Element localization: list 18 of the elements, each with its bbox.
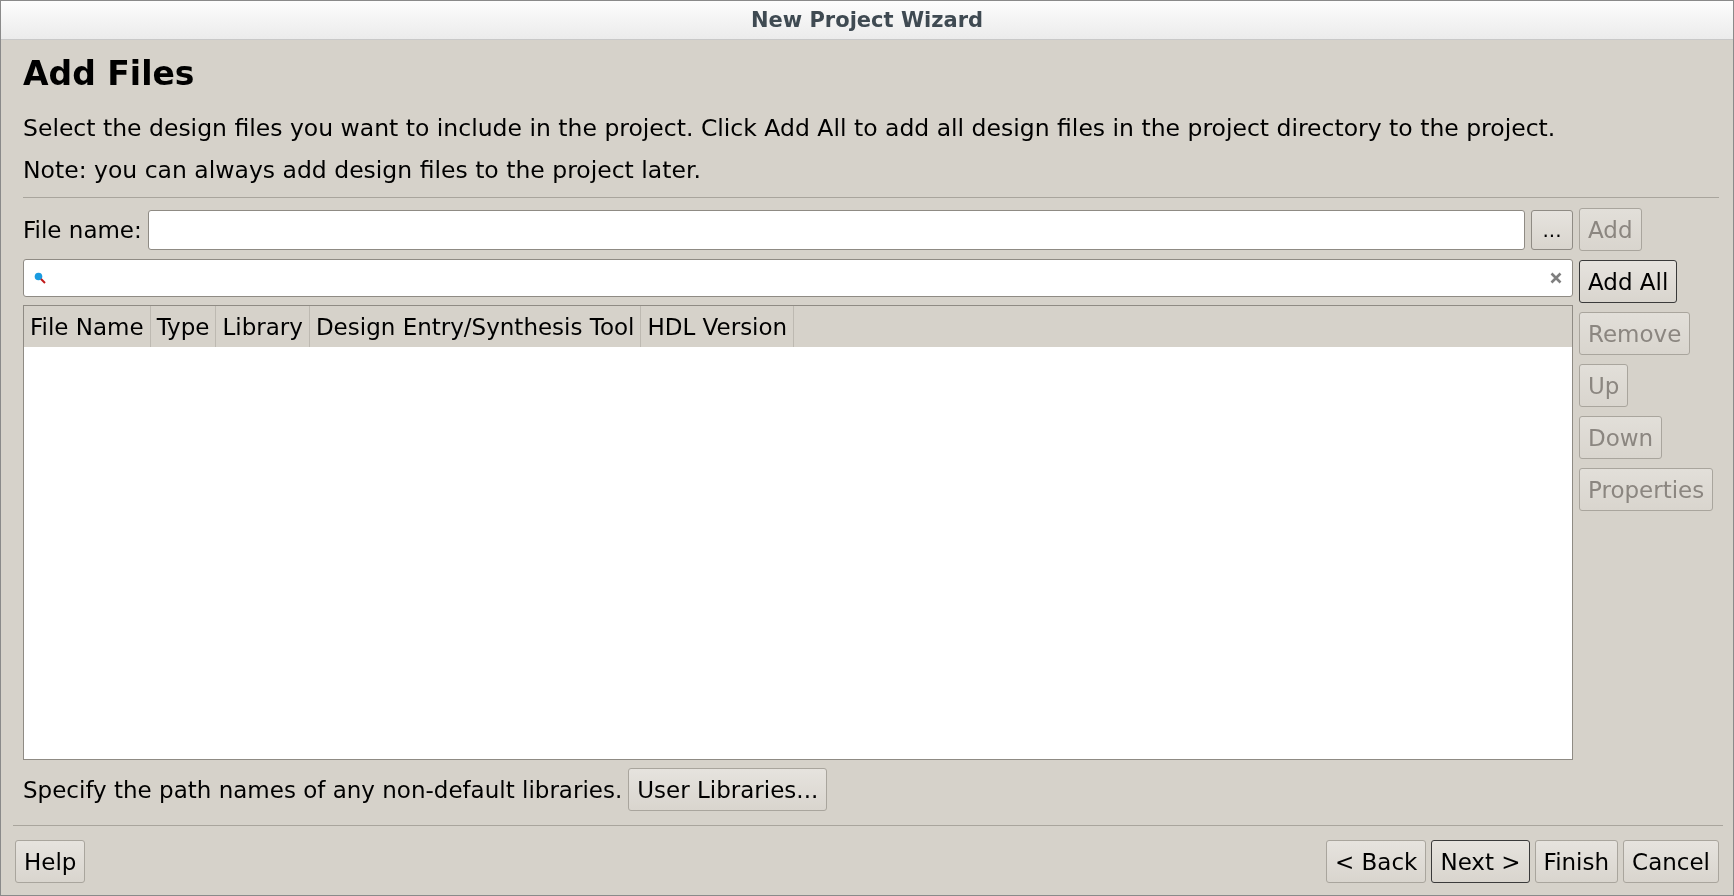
- wizard-nav-button[interactable]: Finish: [1534, 840, 1619, 883]
- page-heading: Add Files: [23, 54, 196, 93]
- note-text: Note: you can always add design files to the project later.: [23, 155, 702, 186]
- browse-button[interactable]: ...: [1531, 209, 1573, 250]
- description-text: Select the design files you want to include in the project. Click Add All to add all design files in the project directory to the project.: [23, 113, 1557, 144]
- side-action-button[interactable]: Add All: [1579, 260, 1678, 303]
- search-field[interactable]: [23, 259, 1573, 297]
- user-libraries-button[interactable]: User Libraries...: [628, 768, 828, 811]
- libraries-hint: Specify the path names of any non-default libraries.: [23, 776, 623, 803]
- search-icon: [34, 272, 46, 284]
- wizard-nav-button[interactable]: < Back: [1326, 840, 1427, 883]
- help-button[interactable]: Help: [15, 840, 86, 883]
- clear-icon[interactable]: [1550, 272, 1562, 284]
- window-title: New Project Wizard: [750, 8, 984, 32]
- wizard-nav-button[interactable]: Cancel: [1623, 840, 1719, 883]
- wizard-nav-button[interactable]: Next >: [1431, 840, 1530, 883]
- file-name-label: File name:: [23, 216, 142, 243]
- file-name-field[interactable]: [147, 209, 1525, 250]
